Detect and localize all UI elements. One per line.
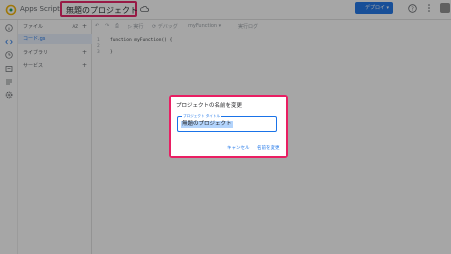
project-title-input[interactable]: 無題のプロジェクト: [181, 121, 233, 128]
rename-project-dialog: プロジェクトの名前を変更 プロジェクト タイトル 無題のプロジェクト キャンセル…: [171, 97, 286, 156]
rename-button[interactable]: 名前を変更: [257, 145, 280, 151]
cancel-button[interactable]: キャンセル: [227, 145, 250, 151]
project-title-field[interactable]: プロジェクト タイトル 無題のプロジェクト: [177, 114, 277, 132]
field-label: プロジェクト タイトル: [182, 114, 222, 118]
dialog-title: プロジェクトの名前を変更: [176, 103, 243, 109]
